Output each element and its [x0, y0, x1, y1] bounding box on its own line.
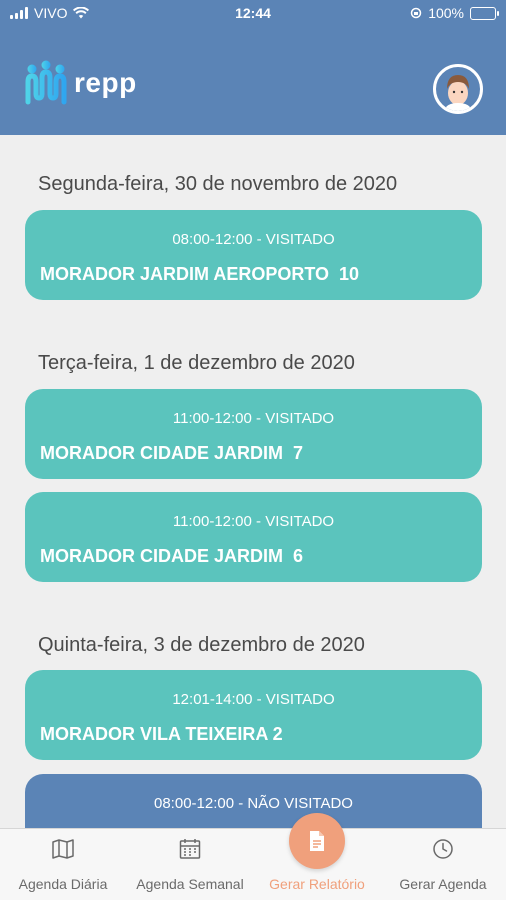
visit-card[interactable]: 11:00-12:00 - VISITADO MORADOR CIDADE JA… [25, 389, 482, 479]
status-bar: VIVO 12:44 100% [0, 0, 506, 28]
nav-agenda-semanal[interactable]: Agenda Semanal [126, 829, 254, 900]
nav-label: Agenda Semanal [136, 876, 244, 892]
visit-title: MORADOR VILA TEIXEIRA 2 [40, 724, 283, 744]
bottom-nav: Agenda Diária Agenda Semanal Gerar Relat… [0, 813, 506, 900]
visit-card[interactable]: 11:00-12:00 - VISITADO MORADOR CIDADE JA… [25, 492, 482, 582]
nav-label: Gerar Agenda [399, 876, 487, 892]
nav-gerar-agenda[interactable]: Gerar Agenda [380, 829, 506, 900]
calendar-icon [179, 839, 201, 859]
date-heading: Terça-feira, 1 de dezembro de 2020 [38, 352, 355, 374]
app-header: repp [0, 28, 506, 135]
battery-percent: 100% [428, 5, 464, 21]
visit-card-pending[interactable]: 08:00-12:00 - NÃO VISITADO [25, 774, 482, 828]
rotation-lock-icon [410, 7, 422, 19]
visit-card[interactable]: 08:00-12:00 - VISITADO MORADOR JARDIM AE… [25, 210, 482, 300]
visit-status: 11:00-12:00 - VISITADO [172, 410, 335, 427]
visit-title: MORADOR JARDIM AEROPORTO 10 [40, 264, 360, 284]
people-logo-icon [25, 60, 67, 105]
date-heading: Quinta-feira, 3 de dezembro de 2020 [38, 634, 365, 656]
document-icon [310, 831, 324, 851]
map-icon [52, 839, 74, 859]
clock-icon [433, 839, 453, 859]
visit-status: 12:01-14:00 - VISITADO [172, 691, 335, 708]
date-heading: Segunda-feira, 30 de novembro de 2020 [38, 173, 398, 195]
profile-avatar-button[interactable] [433, 64, 483, 114]
visit-status: 08:00-12:00 - NÃO VISITADO [154, 795, 353, 812]
agenda-list[interactable]: Segunda-feira, 30 de novembro de 2020 08… [0, 135, 506, 828]
report-fab[interactable] [289, 813, 345, 869]
user-avatar-icon [444, 75, 472, 111]
nav-agenda-diaria[interactable]: Agenda Diária [0, 829, 126, 900]
status-right: 100% [410, 5, 499, 21]
logo-text: repp [74, 67, 137, 98]
visit-title: MORADOR CIDADE JARDIM 6 [40, 546, 304, 566]
visit-status: 11:00-12:00 - VISITADO [172, 513, 335, 530]
nav-label: Gerar Relatório [269, 876, 365, 892]
nav-gerar-relatorio[interactable]: Gerar Relatório [254, 813, 380, 900]
visit-card[interactable]: 12:01-14:00 - VISITADO MORADOR VILA TEIX… [25, 670, 482, 760]
visit-status: 08:00-12:00 - VISITADO [172, 231, 335, 248]
app-logo: repp [24, 60, 137, 106]
battery-icon [470, 6, 499, 20]
visit-title: MORADOR CIDADE JARDIM 7 [40, 443, 304, 463]
nav-label: Agenda Diária [18, 876, 108, 892]
